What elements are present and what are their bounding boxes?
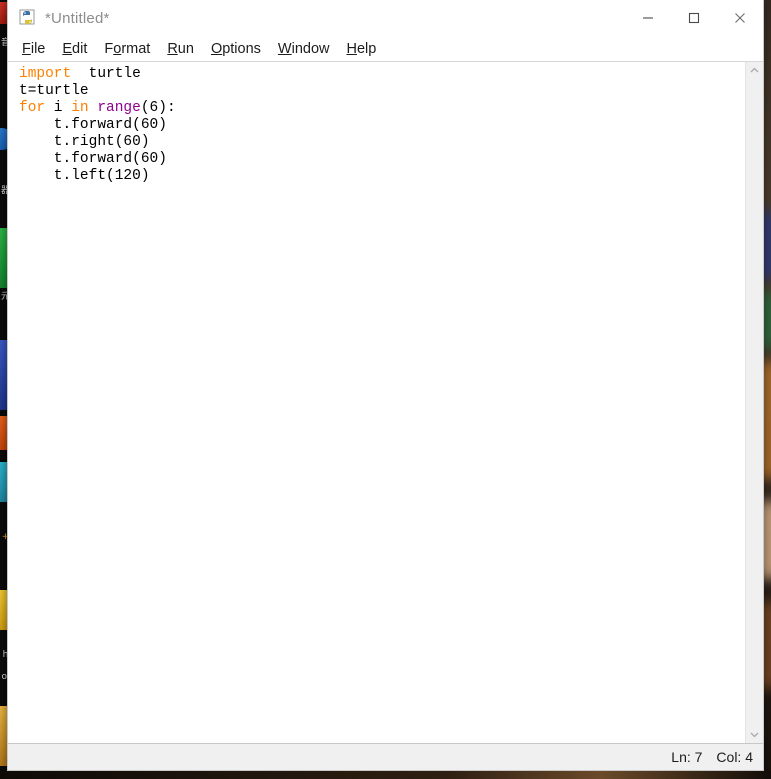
menu-options[interactable]: Options <box>203 39 270 59</box>
window-title: *Untitled* <box>45 9 110 27</box>
menu-window[interactable]: Window <box>270 39 339 59</box>
close-button[interactable] <box>717 0 763 36</box>
code-token: (6): <box>140 100 176 116</box>
code-token: for <box>19 100 46 116</box>
menu-file-post: ile <box>30 40 46 57</box>
code-line-1: import turtle <box>19 66 745 83</box>
code-line-5: t.right(60) <box>19 134 745 151</box>
window-controls <box>625 0 763 36</box>
code-text-editor[interactable]: import turtle t=turtle for i in range(6): … <box>8 62 745 743</box>
menu-window-accel: W <box>277 40 292 57</box>
code-line-6: t.forward(60) <box>19 151 745 168</box>
menu-file[interactable]: File <box>14 39 54 59</box>
menu-run-post: un <box>177 40 194 57</box>
title-bar[interactable]: *Untitled* <box>8 0 763 36</box>
menu-help-post: elp <box>356 40 377 57</box>
editor-area: import turtle t=turtle for i in range(6): … <box>8 62 763 743</box>
code-line-4: t.forward(60) <box>19 117 745 134</box>
code-token: t=turtle <box>19 83 89 99</box>
menu-help[interactable]: Help <box>339 39 386 59</box>
idle-editor-window: *Untitled* File Edit Format Run Options … <box>7 0 764 771</box>
scroll-up-icon[interactable] <box>746 62 763 79</box>
code-token: t.right(60) <box>19 134 150 150</box>
menu-edit-post: dit <box>72 40 88 57</box>
menu-options-post: ptions <box>222 40 261 57</box>
maximize-button[interactable] <box>671 0 717 36</box>
menu-run[interactable]: Run <box>159 39 203 59</box>
screen: 音 器 元 + h oi *Untitled* File Edit Format… <box>0 0 771 779</box>
menu-format-post: rmat <box>121 40 151 57</box>
minimize-button[interactable] <box>625 0 671 36</box>
menu-format-pre: F <box>104 40 114 57</box>
python-idle-icon <box>19 9 37 27</box>
code-token: t.forward(60) <box>19 117 167 133</box>
code-line-2: t=turtle <box>19 83 745 100</box>
scroll-down-icon[interactable] <box>746 726 763 743</box>
code-token: range <box>97 100 141 116</box>
code-token: t.left(120) <box>19 168 150 184</box>
menu-file-accel: F <box>22 40 31 57</box>
menu-bar: File Edit Format Run Options Window Help <box>8 36 763 62</box>
code-line-3: for i in range(6): <box>19 100 745 117</box>
status-column-indicator: Col: 4 <box>716 749 753 765</box>
menu-edit-accel: E <box>62 40 73 57</box>
menu-edit[interactable]: Edit <box>54 39 96 59</box>
menu-run-accel: R <box>167 40 178 57</box>
vertical-scrollbar[interactable] <box>745 62 763 743</box>
code-token: in <box>71 100 89 116</box>
menu-format[interactable]: Format <box>96 39 159 59</box>
code-line-7: t.left(120) <box>19 168 745 185</box>
scrollbar-track[interactable] <box>746 79 763 726</box>
status-line-indicator: Ln: 7 <box>671 749 703 765</box>
code-token: import <box>19 66 72 82</box>
menu-window-post: indow <box>291 40 330 57</box>
menu-options-accel: O <box>210 40 223 57</box>
status-bar: Ln: 7 Col: 4 <box>8 743 763 770</box>
desktop-bottom-strip <box>0 771 771 779</box>
code-token: i <box>45 100 72 116</box>
code-token: t.forward(60) <box>19 151 167 167</box>
menu-help-accel: H <box>346 40 357 57</box>
code-token: turtle <box>71 66 141 82</box>
